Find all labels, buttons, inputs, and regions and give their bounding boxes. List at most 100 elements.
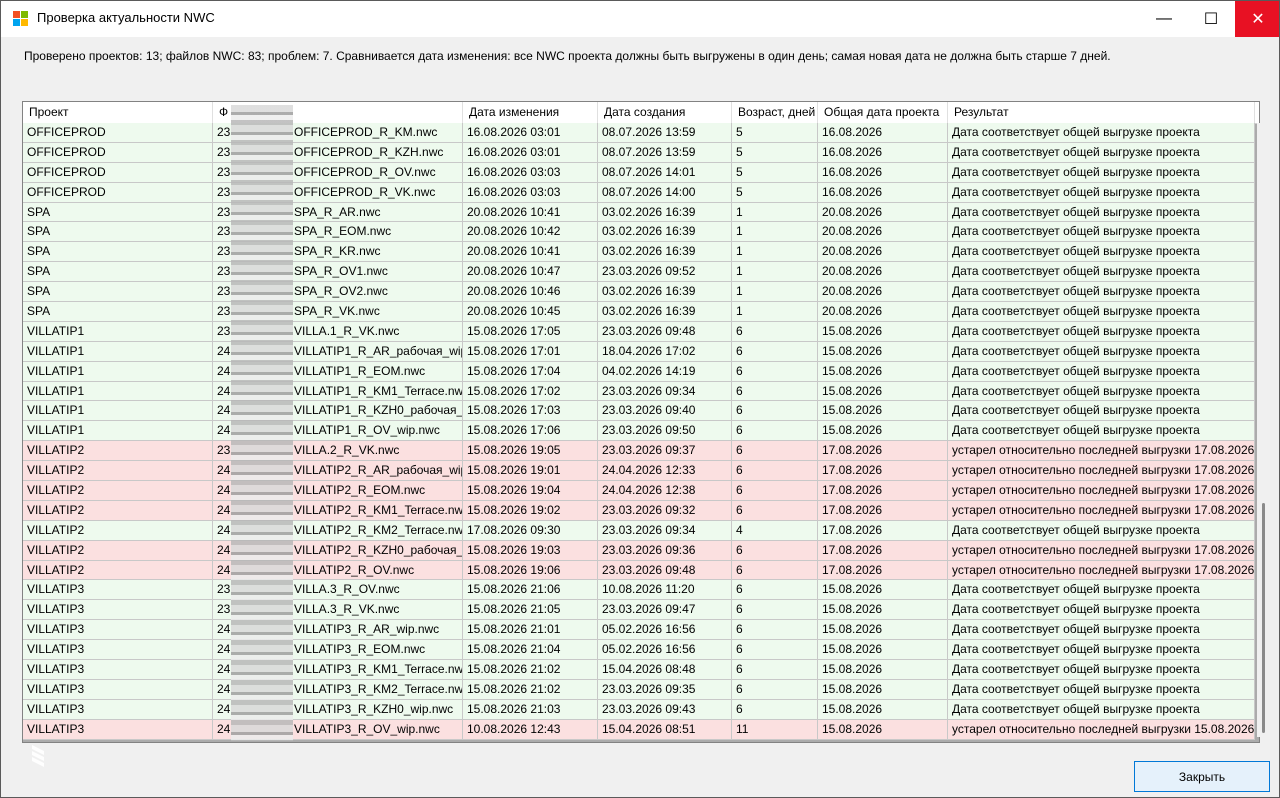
cell-age: 1: [732, 202, 818, 222]
table-row[interactable]: VILLATIP2 24 VILLATIP2_R_AR_рабочая_wip.n 1…: [23, 461, 1255, 482]
table-row[interactable]: OFFICEPROD 23 OFFICEPROD_R_KZH.nwc 16.08.20…: [23, 142, 1255, 163]
cell-project: SPA: [23, 202, 213, 222]
header-project[interactable]: Проект: [23, 102, 213, 123]
table-row[interactable]: VILLATIP3 24 VILLATIP3_R_EOM.nwc 15.08.2026…: [23, 640, 1255, 661]
table-row[interactable]: VILLATIP2 24 VILLATIP2_R_KZH0_рабочая_wi 15…: [23, 540, 1255, 561]
file-prefix: 24: [217, 483, 231, 498]
table-row[interactable]: VILLATIP3 24 VILLATIP3_R_KZH0_wip.nwc 15.08…: [23, 699, 1255, 720]
cell-result: Дата соответствует общей выгрузке проект…: [948, 262, 1255, 282]
file-prefix: 23: [217, 144, 231, 159]
table-row[interactable]: VILLATIP2 23 VILLA.2_R_VK.nwc 15.08.2026 19…: [23, 441, 1255, 462]
cell-result: Дата соответствует общей выгрузке проект…: [948, 620, 1255, 640]
header-created[interactable]: Дата создания: [598, 102, 732, 123]
table-row[interactable]: VILLATIP2 24 VILLATIP2_R_KM2_Terrace.nwc 17…: [23, 520, 1255, 541]
cell-common-date: 15.08.2026: [818, 679, 948, 699]
file-name: VILLATIP3_R_KM2_Terrace.nwc: [294, 681, 463, 696]
cell-modified: 20.08.2026 10:42: [463, 222, 598, 242]
cell-result: Дата соответствует общей выгрузке проект…: [948, 679, 1255, 699]
table-row[interactable]: VILLATIP3 24 VILLATIP3_R_KM1_Terrace.nwc 15…: [23, 660, 1255, 680]
file-name: VILLATIP1_R_OV_wip.nwc: [294, 423, 440, 438]
cell-created: 23.03.2026 09:37: [598, 441, 732, 461]
minimize-button[interactable]: —: [1141, 1, 1187, 37]
file-name: SPA_R_VK.nwc: [294, 304, 380, 319]
table-row[interactable]: SPA 23 SPA_R_KR.nwc 20.08.2026 10:41 03.02.2…: [23, 242, 1255, 263]
close-button[interactable]: Закрыть: [1134, 761, 1270, 792]
file-name: VILLA.3_R_OV.nwc: [294, 582, 400, 597]
table-row[interactable]: VILLATIP2 24 VILLATIP2_R_EOM.nwc 15.08.2026…: [23, 481, 1255, 501]
file-prefix: 23: [217, 164, 231, 179]
table-row[interactable]: VILLATIP1 23 VILLA.1_R_VK.nwc 15.08.2026 17…: [23, 321, 1255, 342]
file-prefix: 23: [217, 204, 231, 219]
file-name: VILLATIP2_R_OV.nwc: [294, 562, 415, 577]
header-age[interactable]: Возраст, дней: [732, 102, 818, 123]
table-row[interactable]: VILLATIP3 23 VILLA.3_R_VK.nwc 15.08.2026 21…: [23, 600, 1255, 621]
table-row[interactable]: VILLATIP1 24 VILLATIP1_R_KZH0_рабочая_wi 15…: [23, 401, 1255, 422]
cell-project: VILLATIP1: [23, 401, 213, 421]
table-row[interactable]: VILLATIP2 24 VILLATIP2_R_OV.nwc 15.08.2026 …: [23, 560, 1255, 581]
table-row[interactable]: VILLATIP3 24 VILLATIP3_R_AR_wip.nwc 15.08.2…: [23, 620, 1255, 641]
cell-result: Дата соответствует общей выгрузке проект…: [948, 282, 1255, 302]
cell-project: VILLATIP1: [23, 381, 213, 401]
cell-common-date: 15.08.2026: [818, 580, 948, 600]
table-row[interactable]: VILLATIP1 24 VILLATIP1_R_AR_рабочая_wip.n 1…: [23, 341, 1255, 362]
cell-modified: 20.08.2026 10:46: [463, 282, 598, 302]
table-row[interactable]: VILLATIP3 24 VILLATIP3_R_KM2_Terrace.nwc 15…: [23, 679, 1255, 700]
file-prefix: 24: [217, 522, 231, 537]
close-window-button[interactable]: ✕: [1235, 1, 1279, 37]
table-row[interactable]: OFFICEPROD 23 OFFICEPROD_R_KM.nwc 16.08.202…: [23, 123, 1255, 143]
header-result[interactable]: Результат: [948, 102, 1255, 123]
cell-age: 6: [732, 580, 818, 600]
table-row[interactable]: VILLATIP3 23 VILLA.3_R_OV.nwc 15.08.2026 21…: [23, 580, 1255, 601]
cell-result: Дата соответствует общей выгрузке проект…: [948, 142, 1255, 162]
cell-result: Дата соответствует общей выгрузке проект…: [948, 202, 1255, 222]
cell-common-date: 17.08.2026: [818, 560, 948, 580]
file-name: VILLATIP3_R_AR_wip.nwc: [294, 622, 440, 637]
cell-result: устарел относительно последней выгрузки …: [948, 719, 1255, 739]
cell-common-date: 15.08.2026: [818, 699, 948, 719]
file-name: VILLATIP1_R_EOM.nwc: [294, 363, 426, 378]
header-common-date[interactable]: Общая дата проекта: [818, 102, 948, 123]
table-row[interactable]: VILLATIP2 24 VILLATIP2_R_KM1_Terrace.nwc 15…: [23, 500, 1255, 521]
cell-result: Дата соответствует общей выгрузке проект…: [948, 381, 1255, 401]
vertical-scrollbar[interactable]: [1257, 123, 1271, 737]
cell-modified: 10.08.2026 12:43: [463, 719, 598, 739]
scrollbar-thumb[interactable]: [1262, 503, 1265, 733]
title-bar: Проверка актуальности NWC — ☐ ✕: [1, 1, 1279, 37]
cell-age: 6: [732, 620, 818, 640]
cell-common-date: 16.08.2026: [818, 182, 948, 202]
file-prefix: 24: [217, 701, 231, 716]
table-row[interactable]: SPA 23 SPA_R_OV2.nwc 20.08.2026 10:46 03.02.…: [23, 282, 1255, 303]
cell-common-date: 20.08.2026: [818, 202, 948, 222]
file-name: OFFICEPROD_R_VK.nwc: [294, 184, 436, 199]
cell-age: 1: [732, 282, 818, 302]
file-prefix: 24: [217, 622, 231, 637]
table-row[interactable]: VILLATIP1 24 VILLATIP1_R_OV_wip.nwc 15.08.2…: [23, 421, 1255, 442]
table-row[interactable]: OFFICEPROD 23 OFFICEPROD_R_OV.nwc 16.08.202…: [23, 162, 1255, 183]
results-grid[interactable]: Проект Ф Дата изменения Дата создания Во…: [22, 101, 1260, 743]
maximize-button[interactable]: ☐: [1188, 1, 1234, 37]
file-prefix: 24: [217, 403, 231, 418]
table-row[interactable]: SPA 23 SPA_R_OV1.nwc 20.08.2026 10:47 23.03.…: [23, 262, 1255, 283]
cell-age: 1: [732, 302, 818, 322]
cell-modified: 15.08.2026 21:02: [463, 660, 598, 680]
cell-result: Дата соответствует общей выгрузке проект…: [948, 242, 1255, 262]
table-row[interactable]: VILLATIP3 24 VILLATIP3_R_OV_wip.nwc 10.08.2…: [23, 719, 1255, 740]
cell-modified: 15.08.2026 17:05: [463, 321, 598, 341]
table-row[interactable]: SPA 23 SPA_R_AR.nwc 20.08.2026 10:41 03.02.2…: [23, 202, 1255, 223]
table-row[interactable]: SPA 23 SPA_R_VK.nwc 20.08.2026 10:45 03.02.2…: [23, 302, 1255, 322]
cell-created: 23.03.2026 09:43: [598, 699, 732, 719]
table-row[interactable]: OFFICEPROD 23 OFFICEPROD_R_VK.nwc 16.08.202…: [23, 182, 1255, 203]
table-row[interactable]: VILLATIP1 24 VILLATIP1_R_EOM.nwc 15.08.2026…: [23, 361, 1255, 382]
cell-created: 24.04.2026 12:38: [598, 481, 732, 501]
header-modified[interactable]: Дата изменения: [463, 102, 598, 123]
watermark-logo: [32, 745, 44, 767]
file-name: VILLA.2_R_VK.nwc: [294, 443, 400, 458]
cell-project: VILLATIP3: [23, 660, 213, 680]
cell-result: Дата соответствует общей выгрузке проект…: [948, 182, 1255, 202]
table-row[interactable]: VILLATIP1 24 VILLATIP1_R_KM1_Terrace.nwc 15…: [23, 381, 1255, 402]
table-row[interactable]: SPA 23 SPA_R_EOM.nwc 20.08.2026 10:42 03.02.…: [23, 222, 1255, 243]
file-name: SPA_R_AR.nwc: [294, 204, 381, 219]
cell-common-date: 17.08.2026: [818, 520, 948, 540]
cell-common-date: 15.08.2026: [818, 421, 948, 441]
cell-project: VILLATIP1: [23, 361, 213, 381]
